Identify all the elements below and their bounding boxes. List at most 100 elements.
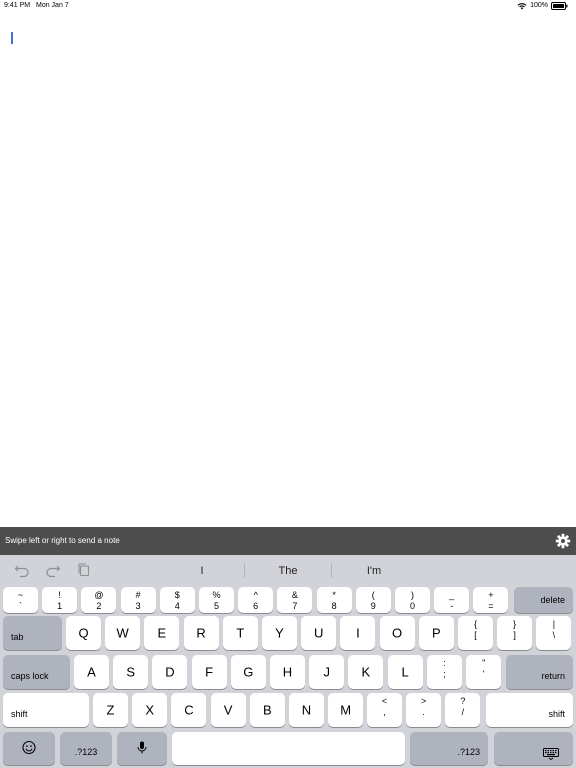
key-sym-1-shift-label: >: [421, 696, 427, 706]
caps-lock-key[interactable]: caps lock: [3, 655, 70, 689]
key-d[interactable]: D: [152, 655, 188, 689]
tab-key[interactable]: tab: [3, 616, 62, 650]
key-sym-1[interactable]: >.: [406, 693, 442, 727]
key-number-4-shift-label: $: [174, 590, 180, 600]
key-number-3[interactable]: #3: [120, 587, 156, 613]
key-number-6-label: 6: [253, 601, 259, 611]
key-bracket-1[interactable]: }]: [497, 616, 533, 650]
key-i[interactable]: I: [340, 616, 376, 650]
key-number-2[interactable]: @2: [81, 587, 117, 613]
key-number-9-label: 9: [370, 601, 376, 611]
key-number-3-label: 3: [135, 601, 141, 611]
suggestion-2[interactable]: The: [245, 555, 331, 585]
key-f[interactable]: F: [191, 655, 227, 689]
paste-icon[interactable]: [76, 562, 92, 578]
key-sym-1-label: .: [422, 707, 425, 717]
keyboard-dismiss-icon: [543, 748, 559, 763]
key-a[interactable]: A: [74, 655, 109, 689]
key-number-11[interactable]: _ -: [434, 587, 470, 613]
key-v-label: V: [223, 702, 233, 718]
key-sym-0[interactable]: <,: [367, 693, 402, 727]
key-bracket-1-shift-label: }: [513, 619, 517, 629]
key-k[interactable]: K: [348, 655, 384, 689]
key-bracket-1-label: ]: [513, 630, 516, 640]
return-key[interactable]: return: [506, 655, 573, 689]
key-t-label: T: [236, 625, 245, 641]
suggestion-1[interactable]: I: [160, 555, 244, 585]
gear-icon[interactable]: [555, 533, 571, 549]
key-number-3-shift-label: #: [135, 590, 141, 600]
dictation-key[interactable]: [117, 732, 167, 765]
status-bar: 9:41 PM Mon Jan 7 100%: [0, 0, 576, 12]
keyboard-toolbar: I The I'm: [0, 555, 576, 585]
key-y[interactable]: Y: [262, 616, 297, 650]
key-l[interactable]: L: [387, 655, 423, 689]
key-v[interactable]: V: [210, 693, 246, 727]
key-bracket-2-shift-label: |: [552, 619, 556, 629]
key-number-7[interactable]: & 7: [277, 587, 313, 613]
key-g-label: G: [243, 664, 254, 680]
key-number-12[interactable]: + =: [473, 587, 509, 613]
numbers-key-label: .?123: [457, 747, 480, 757]
suggestion-3[interactable]: I'm: [332, 555, 416, 585]
right-shift-key[interactable]: shift: [486, 693, 573, 727]
key-u[interactable]: U: [301, 616, 337, 650]
return-key-label: return: [541, 671, 565, 681]
key-w[interactable]: W: [105, 616, 141, 650]
numbers-key[interactable]: .?123: [60, 732, 112, 765]
key-number-1-shift-label: !: [58, 590, 61, 600]
shift-key-label: shift: [548, 709, 565, 719]
space-key[interactable]: [172, 732, 405, 765]
status-date: Mon Jan 7: [36, 2, 69, 9]
key-punct-0[interactable]: :;: [427, 655, 462, 689]
key-u-label: U: [313, 625, 324, 641]
status-time: 9:41 PM: [4, 2, 31, 9]
key-s[interactable]: S: [113, 655, 149, 689]
battery-icon: [551, 2, 568, 10]
key-sym-2[interactable]: ? /: [445, 693, 481, 727]
key-number-8[interactable]: * 8: [316, 587, 352, 613]
key-n[interactable]: N: [289, 693, 324, 727]
key-r[interactable]: R: [183, 616, 219, 650]
key-punct-1-label: ': [482, 669, 485, 679]
key-bracket-2[interactable]: | \: [536, 616, 572, 650]
key-number-5[interactable]: % 5: [199, 587, 234, 613]
redo-icon[interactable]: [45, 562, 61, 578]
key-x[interactable]: X: [132, 693, 168, 727]
key-q[interactable]: Q: [66, 616, 101, 650]
note-editor[interactable]: [0, 12, 576, 527]
key-t[interactable]: T: [222, 616, 258, 650]
key-number-2-label: 2: [96, 601, 102, 611]
key-number-6-shift-label: ^: [253, 590, 258, 600]
key-number-7-shift-label: &: [291, 590, 298, 600]
key-number-9-shift-label: (: [371, 590, 375, 600]
key-j[interactable]: J: [309, 655, 345, 689]
undo-icon[interactable]: [14, 562, 30, 578]
key-z[interactable]: Z: [93, 693, 128, 727]
key-bracket-0[interactable]: {[: [458, 616, 493, 650]
key-number-12-shift-label: +: [488, 590, 494, 600]
key-number-9[interactable]: (9: [355, 587, 391, 613]
key-b[interactable]: B: [249, 693, 285, 727]
key-h[interactable]: H: [270, 655, 305, 689]
key-number-4[interactable]: $4: [159, 587, 195, 613]
key-i-label: I: [356, 625, 360, 641]
key-number-1[interactable]: ! 1: [42, 587, 78, 613]
key-number-10[interactable]: ) 0: [395, 587, 430, 613]
key-number-0[interactable]: ~ `: [3, 587, 38, 613]
numbers-key-right[interactable]: .?123: [410, 732, 488, 765]
send-note-banner[interactable]: Swipe left or right to send a note: [0, 527, 576, 555]
key-c[interactable]: C: [171, 693, 207, 727]
key-n-label: N: [301, 702, 312, 718]
key-punct-1[interactable]: " ': [466, 655, 502, 689]
key-e[interactable]: E: [144, 616, 180, 650]
keyboard-dismiss-key[interactable]: [494, 732, 573, 765]
emoji-key[interactable]: [3, 732, 55, 765]
left-shift-key[interactable]: shift: [3, 693, 89, 727]
key-g[interactable]: G: [230, 655, 266, 689]
key-number-6[interactable]: ^ 6: [238, 587, 274, 613]
delete-key[interactable]: delete: [514, 587, 573, 613]
key-m[interactable]: M: [328, 693, 364, 727]
key-p[interactable]: P: [418, 616, 454, 650]
key-o[interactable]: O: [379, 616, 415, 650]
